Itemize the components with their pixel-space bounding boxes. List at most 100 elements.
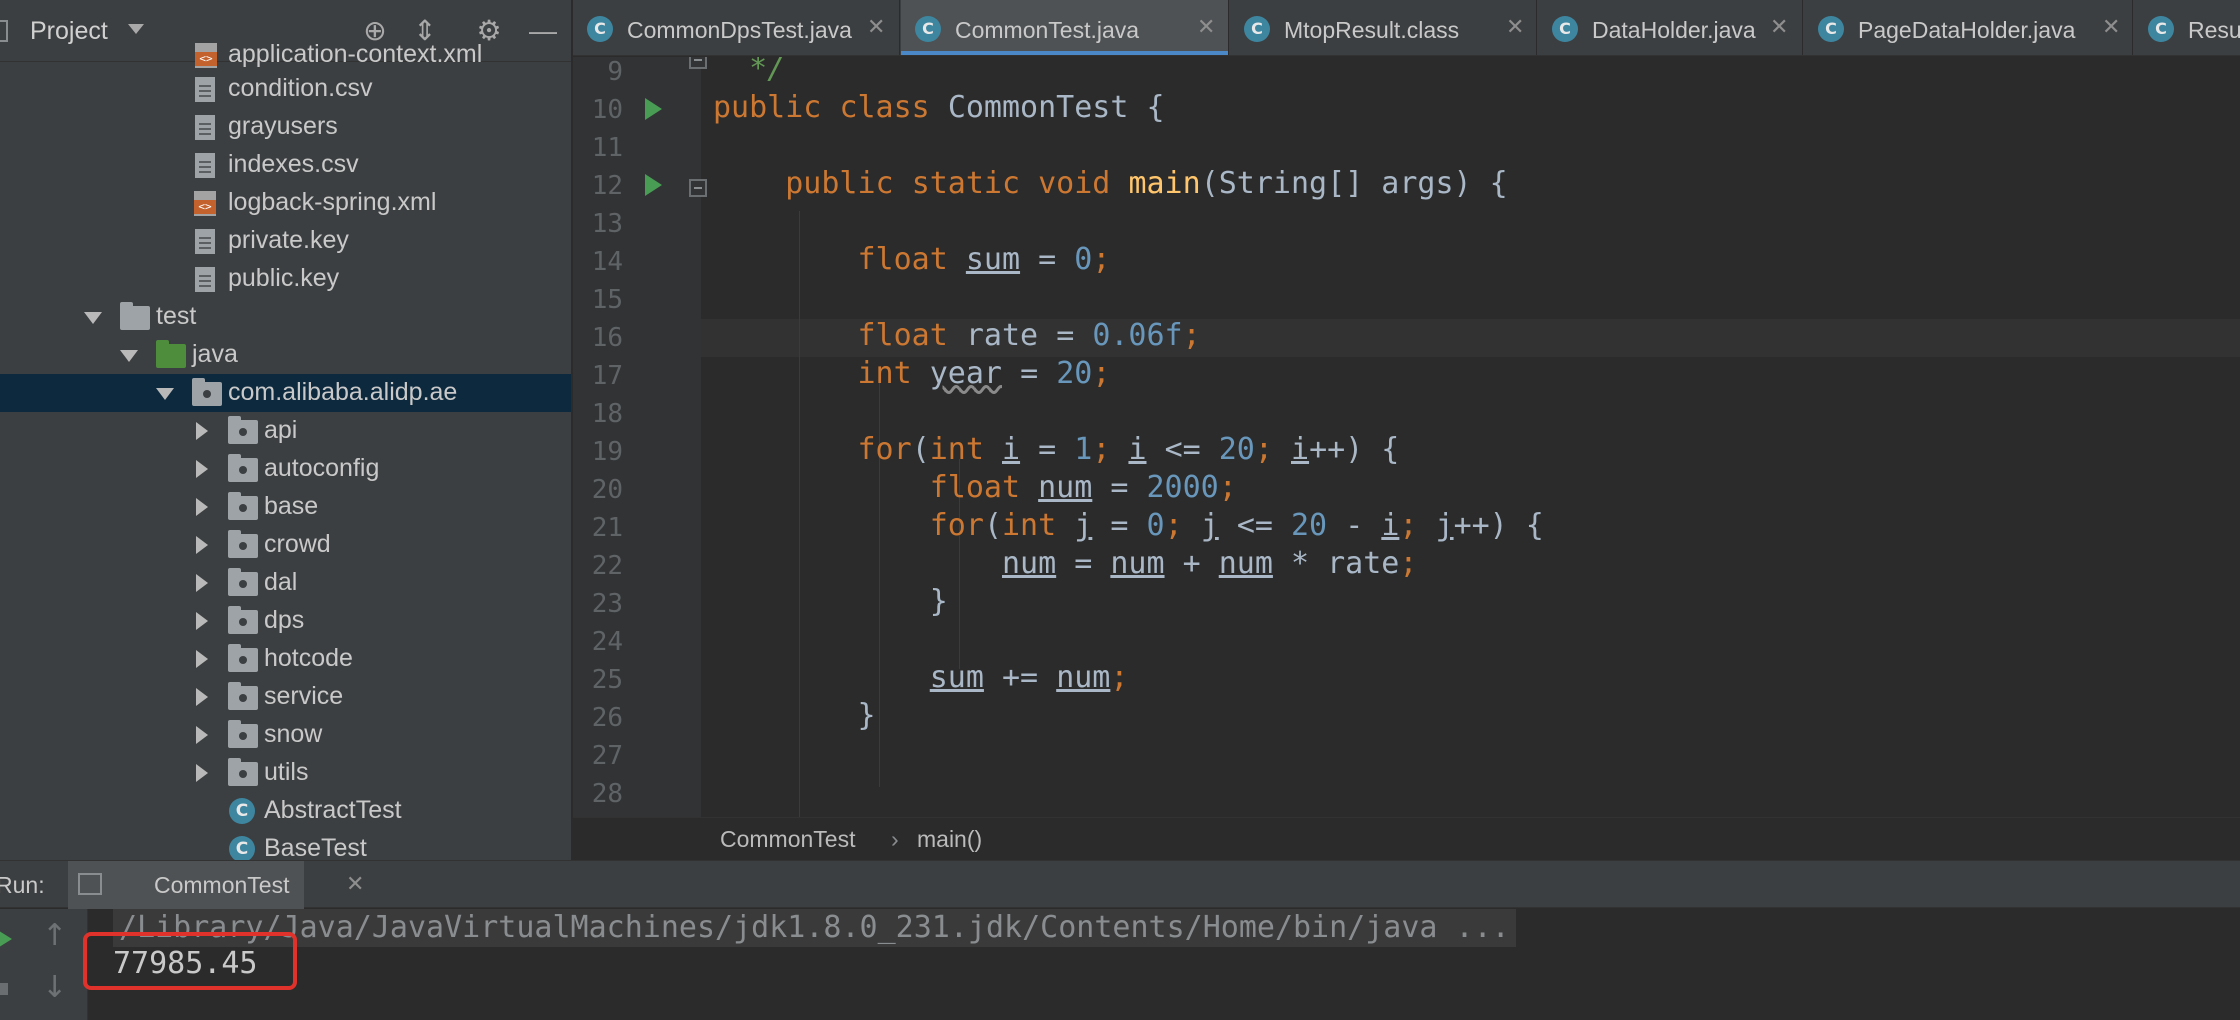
code-editor[interactable]: 9 10 11 12 13 14 15 16 17 18 19 20 21 22… bbox=[573, 57, 2240, 817]
chevron-down-icon[interactable] bbox=[128, 24, 144, 34]
close-icon[interactable]: ✕ bbox=[1197, 17, 1215, 39]
tree-item-indexes-csv[interactable]: indexes.csv bbox=[0, 146, 571, 184]
line-number: 27 bbox=[591, 741, 623, 771]
run-toolbar: ↑ ↓ bbox=[0, 909, 88, 1020]
tab-label: Result.class bbox=[2188, 17, 2240, 43]
run-class-icon[interactable] bbox=[645, 98, 662, 120]
run-tab-label: CommonTest bbox=[154, 872, 290, 898]
tree-item-label: dal bbox=[264, 568, 298, 596]
collapse-arrow-icon[interactable] bbox=[196, 498, 208, 516]
line-number: 16 bbox=[591, 323, 623, 353]
breadcrumb: CommonTest › main() bbox=[573, 817, 2240, 860]
tab-label: PageDataHolder.java bbox=[1858, 17, 2076, 43]
console-command-line: /Library/Java/JavaVirtualMachines/jdk1.8… bbox=[113, 909, 1516, 947]
expand-arrow-icon[interactable] bbox=[156, 388, 174, 400]
tree-item-private-key[interactable]: private.key bbox=[0, 222, 571, 260]
tree-item-label: snow bbox=[264, 720, 323, 748]
tree-item-autoconfig[interactable]: autoconfig bbox=[0, 450, 571, 488]
tree-item-java[interactable]: java bbox=[0, 336, 571, 374]
text-file-icon bbox=[195, 267, 215, 292]
collapse-arrow-icon[interactable] bbox=[196, 650, 208, 668]
tree-item-crowd[interactable]: crowd bbox=[0, 526, 571, 564]
line-number: 10 bbox=[591, 95, 623, 125]
arrow-up-icon[interactable]: ↑ bbox=[42, 921, 67, 951]
tree-item-dal[interactable]: dal bbox=[0, 564, 571, 602]
tree-item-hotcode[interactable]: hotcode bbox=[0, 640, 571, 678]
package-icon bbox=[228, 492, 258, 520]
package-icon bbox=[228, 682, 258, 710]
tree-item-base[interactable]: base bbox=[0, 488, 571, 526]
line-number: 19 bbox=[591, 437, 623, 467]
close-icon[interactable]: ✕ bbox=[2102, 17, 2120, 39]
tree-item-grayusers[interactable]: grayusers bbox=[0, 108, 571, 146]
line-number: 9 bbox=[607, 57, 623, 87]
tree-item-service[interactable]: service bbox=[0, 678, 571, 716]
tree-item-api[interactable]: api bbox=[0, 412, 571, 450]
code-line-22: num = num + num * rate; bbox=[1001, 546, 1418, 581]
run-panel-header: Run: CommonTest ✕ bbox=[0, 860, 2240, 909]
stop-icon[interactable] bbox=[0, 983, 8, 995]
close-icon[interactable]: ✕ bbox=[1506, 17, 1524, 39]
code-line-26: } bbox=[857, 698, 876, 733]
tree-item-label: service bbox=[264, 682, 344, 710]
line-number: 28 bbox=[591, 779, 623, 809]
fold-icon[interactable] bbox=[689, 179, 707, 197]
line-number: 13 bbox=[591, 209, 623, 239]
run-main-icon[interactable] bbox=[645, 174, 662, 196]
collapse-arrow-icon[interactable] bbox=[196, 612, 208, 630]
expand-arrow-icon[interactable] bbox=[120, 350, 138, 362]
tab-pagedataholder[interactable]: C PageDataHolder.java ✕ bbox=[1804, 0, 2133, 55]
tree-item-basetest[interactable]: C BaseTest bbox=[0, 830, 571, 860]
tree-item-utils[interactable]: utils bbox=[0, 754, 571, 792]
tree-item-label: BaseTest bbox=[264, 834, 367, 860]
source-folder-icon bbox=[156, 340, 186, 368]
close-icon[interactable]: ✕ bbox=[867, 17, 885, 39]
tree-item-abstracttest[interactable]: C AbstractTest bbox=[0, 792, 571, 830]
tree-item-public-key[interactable]: public.key bbox=[0, 260, 571, 298]
tree-item-label: AbstractTest bbox=[264, 796, 402, 824]
tree-item-dps[interactable]: dps bbox=[0, 602, 571, 640]
tree-item-partial[interactable]: application-context.xml bbox=[0, 36, 571, 74]
tab-mtopresult[interactable]: C MtopResult.class ✕ bbox=[1230, 0, 1537, 55]
tab-commontest[interactable]: C CommonTest.java ✕ bbox=[901, 0, 1229, 55]
tree-item-test[interactable]: test bbox=[0, 298, 571, 336]
code-line-9: */ bbox=[749, 57, 786, 86]
package-icon bbox=[228, 530, 258, 558]
tree-item-logback-spring-xml[interactable]: logback-spring.xml bbox=[0, 184, 571, 222]
tree-item-com-alibaba-alidp-ae[interactable]: com.alibaba.alidp.ae bbox=[0, 374, 571, 412]
collapse-arrow-icon[interactable] bbox=[196, 574, 208, 592]
collapse-arrow-icon[interactable] bbox=[196, 460, 208, 478]
tree-item-label: base bbox=[264, 492, 319, 520]
tab-result[interactable]: C Result.class bbox=[2134, 0, 2240, 55]
collapse-arrow-icon[interactable] bbox=[196, 726, 208, 744]
text-file-icon bbox=[195, 115, 215, 140]
close-icon[interactable]: ✕ bbox=[1770, 17, 1788, 39]
tree-item-label: crowd bbox=[264, 530, 331, 558]
run-console[interactable]: /Library/Java/JavaVirtualMachines/jdk1.8… bbox=[89, 909, 2240, 1020]
package-icon bbox=[228, 454, 258, 482]
line-number: 12 bbox=[591, 171, 623, 201]
fold-icon[interactable] bbox=[689, 57, 707, 69]
code-line-10: public class CommonTest { bbox=[713, 90, 1165, 125]
run-tab-commontest[interactable]: CommonTest ✕ bbox=[68, 861, 364, 909]
line-number: 21 bbox=[591, 513, 623, 543]
tree-item-label: test bbox=[156, 302, 197, 330]
line-number: 24 bbox=[591, 627, 623, 657]
tree-item-condition-csv[interactable]: condition.csv bbox=[0, 70, 571, 108]
expand-arrow-icon[interactable] bbox=[84, 312, 102, 324]
tab-dataholder[interactable]: C DataHolder.java ✕ bbox=[1538, 0, 1803, 55]
rerun-icon[interactable] bbox=[0, 929, 12, 949]
collapse-arrow-icon[interactable] bbox=[196, 764, 208, 782]
tree-item-snow[interactable]: snow bbox=[0, 716, 571, 754]
arrow-down-icon[interactable]: ↓ bbox=[42, 973, 67, 1003]
xml-file-icon bbox=[194, 191, 216, 216]
breadcrumb-class[interactable]: CommonTest bbox=[720, 826, 855, 853]
xml-file-icon bbox=[195, 43, 217, 68]
tab-label: CommonTest.java bbox=[955, 17, 1140, 43]
collapse-arrow-icon[interactable] bbox=[196, 422, 208, 440]
tab-commondpstest[interactable]: C CommonDpsTest.java ✕ bbox=[573, 0, 900, 55]
collapse-arrow-icon[interactable] bbox=[196, 536, 208, 554]
collapse-arrow-icon[interactable] bbox=[196, 688, 208, 706]
close-icon[interactable]: ✕ bbox=[346, 872, 364, 897]
breadcrumb-method[interactable]: main() bbox=[917, 826, 982, 853]
